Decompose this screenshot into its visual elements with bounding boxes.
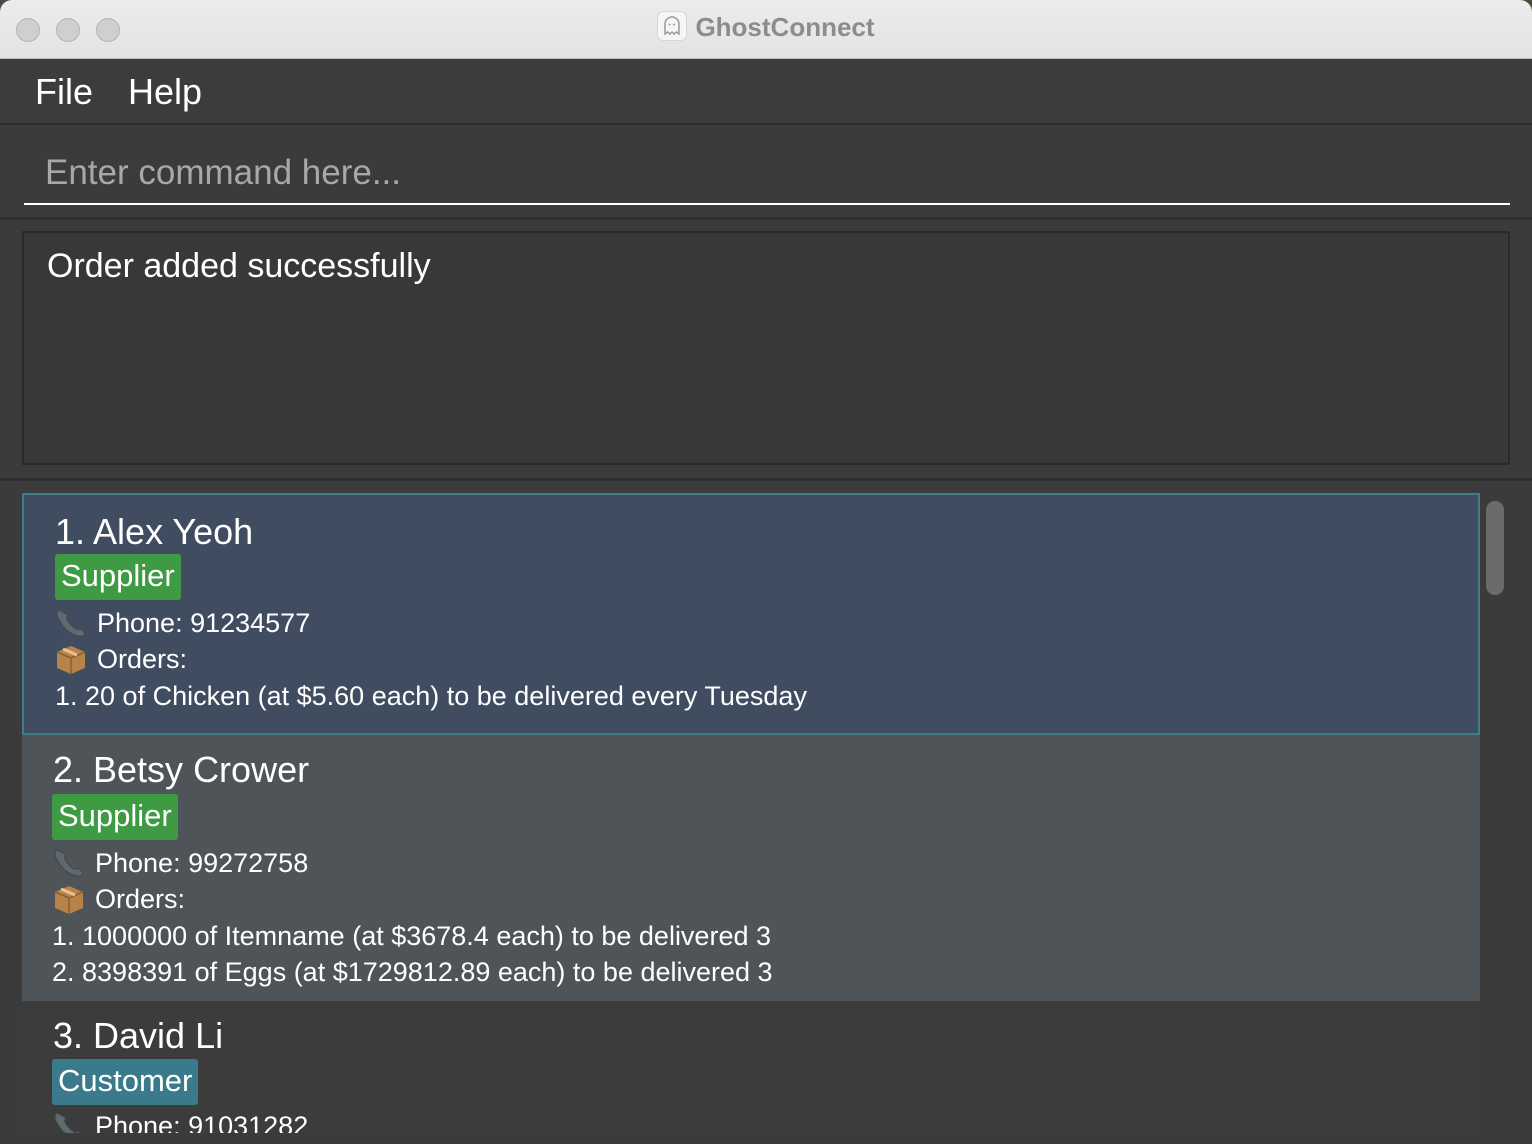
person-name: 2. Betsy Crower	[53, 749, 310, 790]
result-display: Order added successfully	[22, 231, 1510, 465]
orders-row: Orders:	[53, 644, 187, 677]
command-input[interactable]	[24, 143, 1510, 205]
phone-icon	[51, 846, 87, 878]
person-name: 3. David Li	[53, 1015, 224, 1056]
package-icon	[53, 642, 89, 674]
phone-text: Phone: 91031282	[95, 1111, 309, 1133]
tag-badge: Supplier	[52, 794, 178, 840]
phone-icon	[53, 606, 89, 638]
window-title-group: GhostConnect	[0, 11, 1532, 44]
order-item: 2. 8398391 of Eggs (at $1729812.89 each)…	[52, 957, 773, 987]
package-icon	[51, 882, 87, 914]
phone-text: Phone: 91234577	[97, 608, 311, 638]
list-scrollbar[interactable]	[1484, 499, 1508, 1139]
menu-bar: File Help	[0, 59, 1532, 125]
order-item: 1. 20 of Chicken (at $5.60 each) to be d…	[55, 681, 807, 711]
person-card[interactable]: 1. Alex Yeoh Supplier Phone: 91234577 Or…	[22, 493, 1480, 735]
phone-icon	[51, 1109, 87, 1133]
command-box	[0, 125, 1532, 220]
result-message: Order added successfully	[47, 247, 431, 285]
orders-label: Orders:	[95, 884, 186, 914]
title-bar: GhostConnect	[0, 0, 1532, 59]
order-item: 1. 1000000 of Itemname (at $3678.4 each)…	[52, 921, 771, 951]
window-title: GhostConnect	[695, 12, 875, 42]
ghost-icon	[657, 11, 688, 42]
tag-badge: Supplier	[55, 554, 181, 600]
app-window: GhostConnect File Help Order added succe…	[0, 0, 1532, 1144]
phone-row: Phone: 91031282	[51, 1111, 308, 1133]
phone-row: Phone: 91234577	[53, 608, 310, 641]
scrollbar-thumb[interactable]	[1486, 501, 1504, 595]
phone-text: Phone: 99272758	[95, 848, 309, 878]
person-list[interactable]: 1. Alex Yeoh Supplier Phone: 91234577 Or…	[22, 493, 1480, 1133]
menu-file[interactable]: File	[35, 71, 93, 113]
phone-row: Phone: 99272758	[51, 848, 308, 881]
tag-badge: Customer	[52, 1059, 199, 1105]
orders-row: Orders:	[51, 884, 185, 917]
menu-help[interactable]: Help	[128, 71, 202, 113]
person-card[interactable]: 2. Betsy Crower Supplier Phone: 99272758…	[22, 735, 1480, 1001]
person-name: 1. Alex Yeoh	[55, 511, 254, 552]
person-list-panel: 1. Alex Yeoh Supplier Phone: 91234577 Or…	[0, 478, 1532, 1144]
orders-label: Orders:	[97, 644, 188, 674]
person-card[interactable]: 3. David Li Customer Phone: 91031282	[22, 1001, 1480, 1133]
